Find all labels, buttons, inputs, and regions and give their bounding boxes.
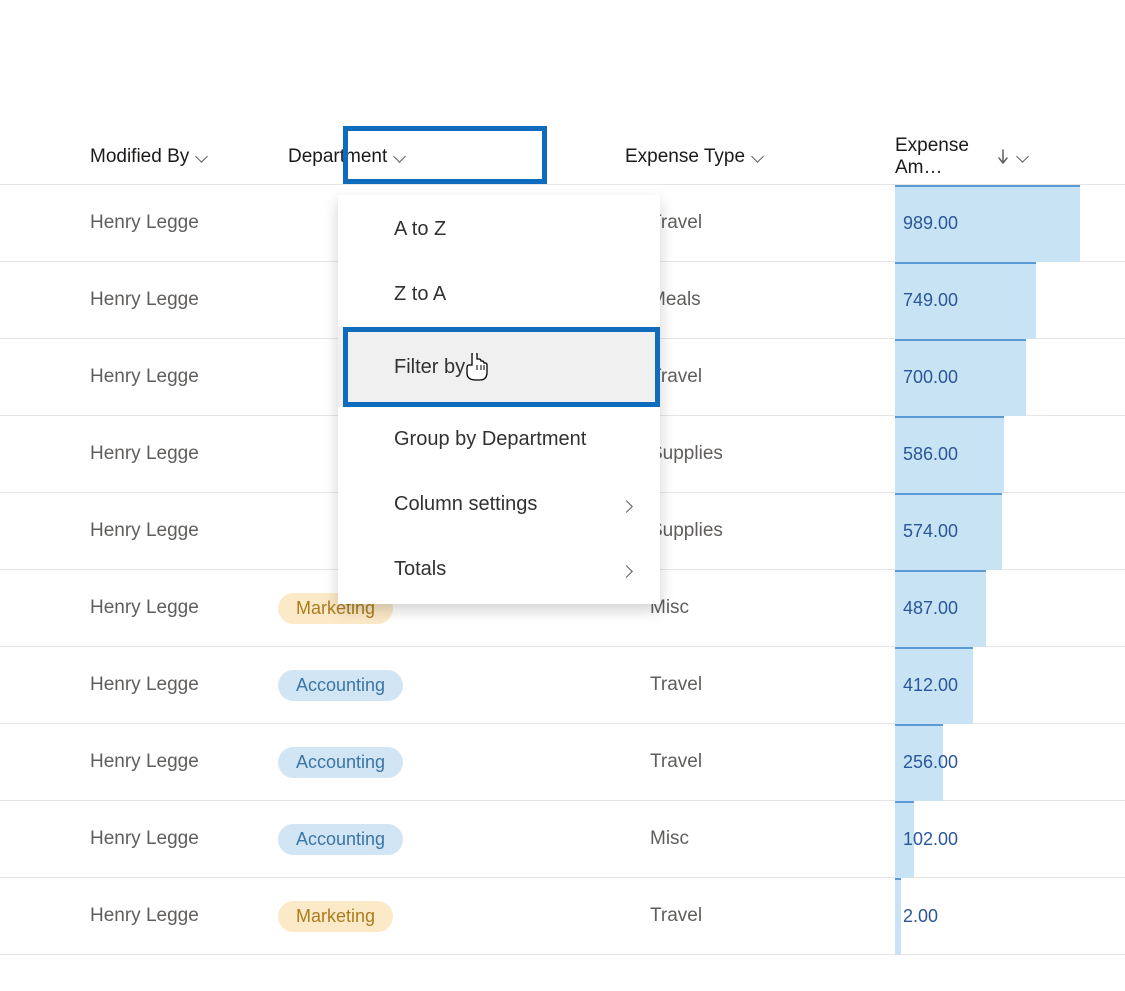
cell-department: Accounting (270, 824, 550, 855)
cell-expense-type: Travel (550, 751, 800, 773)
column-header-modified-by[interactable]: Modified By (0, 146, 270, 168)
chevron-right-icon (620, 564, 632, 576)
cell-expense-amount: 102.00 (895, 801, 1120, 878)
amount-text: 749.00 (895, 290, 958, 311)
menu-item-label: Column settings (394, 493, 537, 516)
table-row[interactable]: Henry Legge Accounting Travel 256.00 (0, 724, 1125, 801)
chevron-down-icon (1016, 151, 1025, 163)
table-row[interactable]: Henry Legge Accounting Misc 102.00 (0, 801, 1125, 878)
chevron-down-icon (393, 151, 405, 163)
amount-text: 256.00 (895, 752, 958, 773)
menu-item-totals[interactable]: Totals (338, 537, 660, 602)
column-dropdown-menu: A to Z Z to A Filter by Group by Departm… (338, 195, 660, 604)
menu-item-sort-a-to-z[interactable]: A to Z (338, 197, 660, 262)
department-pill: Accounting (278, 670, 403, 701)
column-header-row: Modified By Department Expense Type Expe… (0, 130, 1125, 185)
cell-department: Marketing (270, 901, 550, 932)
column-header-expense-type[interactable]: Expense Type (550, 146, 800, 168)
cell-expense-type: Travel (550, 905, 800, 927)
column-header-department[interactable]: Department (270, 146, 550, 168)
cell-modified-by: Henry Legge (0, 520, 270, 542)
cell-modified-by: Henry Legge (0, 212, 270, 234)
amount-text: 989.00 (895, 213, 958, 234)
cell-modified-by: Henry Legge (0, 443, 270, 465)
annotation-highlight (343, 327, 660, 407)
cell-expense-type: Misc (550, 828, 800, 850)
cell-modified-by: Henry Legge (0, 828, 270, 850)
table-row[interactable]: Henry Legge Accounting Travel 412.00 (0, 647, 1125, 724)
cell-expense-amount: 412.00 (895, 647, 1120, 724)
cell-expense-type: Travel (550, 674, 800, 696)
amount-text: 2.00 (895, 906, 938, 927)
cell-modified-by: Henry Legge (0, 751, 270, 773)
amount-text: 586.00 (895, 444, 958, 465)
menu-item-group-by[interactable]: Group by Department (338, 407, 660, 472)
menu-item-label: Totals (394, 558, 446, 581)
cell-modified-by: Henry Legge (0, 674, 270, 696)
cell-expense-amount: 989.00 (895, 185, 1120, 262)
menu-item-label: Z to A (394, 283, 446, 306)
cell-department: Accounting (270, 670, 550, 701)
cell-expense-amount: 749.00 (895, 262, 1120, 339)
menu-item-label: Group by Department (394, 428, 586, 451)
menu-item-label: Filter by (394, 356, 465, 379)
column-header-label: Expense Type (625, 146, 745, 168)
table-row[interactable]: Henry Legge Marketing Travel 2.00 (0, 878, 1125, 955)
department-pill: Accounting (278, 824, 403, 855)
chevron-right-icon (620, 499, 632, 511)
arrow-down-icon (996, 148, 1010, 166)
amount-text: 574.00 (895, 521, 958, 542)
cell-expense-amount: 700.00 (895, 339, 1120, 416)
cell-department: Accounting (270, 747, 550, 778)
column-header-label: Department (288, 146, 387, 168)
cell-expense-amount: 586.00 (895, 416, 1120, 493)
cell-expense-amount: 2.00 (895, 878, 1120, 955)
cell-expense-amount: 256.00 (895, 724, 1120, 801)
amount-text: 102.00 (895, 829, 958, 850)
department-pill: Accounting (278, 747, 403, 778)
cell-expense-amount: 487.00 (895, 570, 1120, 647)
menu-item-filter-by[interactable]: Filter by (338, 327, 660, 407)
cell-modified-by: Henry Legge (0, 597, 270, 619)
department-pill: Marketing (278, 901, 393, 932)
amount-text: 412.00 (895, 675, 958, 696)
amount-text: 700.00 (895, 367, 958, 388)
chevron-down-icon (751, 151, 763, 163)
cell-modified-by: Henry Legge (0, 905, 270, 927)
column-header-label: Expense Am… (895, 135, 990, 179)
cell-expense-amount: 574.00 (895, 493, 1120, 570)
chevron-down-icon (195, 151, 207, 163)
amount-text: 487.00 (895, 598, 958, 619)
menu-item-column-settings[interactable]: Column settings (338, 472, 660, 537)
cell-modified-by: Henry Legge (0, 289, 270, 311)
menu-item-label: A to Z (394, 218, 446, 241)
cell-modified-by: Henry Legge (0, 366, 270, 388)
column-header-expense-amount[interactable]: Expense Am… (800, 135, 1025, 179)
column-header-label: Modified By (90, 146, 189, 168)
menu-item-sort-z-to-a[interactable]: Z to A (338, 262, 660, 327)
